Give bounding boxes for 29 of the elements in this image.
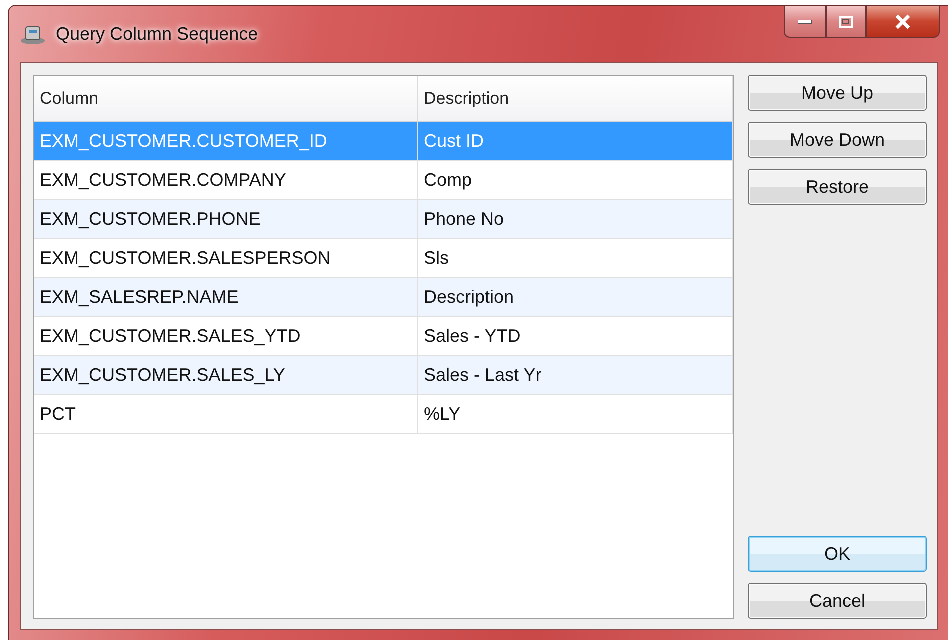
grid-row[interactable]: EXM_SALESREP.NAME Description [34,278,733,317]
table-cell: Description [418,278,733,316]
dialog-button[interactable]: Cancel [748,583,927,619]
column-header[interactable]: Description [418,76,733,121]
table-cell: EXM_CUSTOMER.SALES_LY [34,356,418,394]
minimize-icon [798,20,812,24]
side-button[interactable]: Restore [748,169,927,205]
table-cell: Phone No [418,200,733,238]
grid-row[interactable]: EXM_CUSTOMER.SALES_LY Sales - Last Yr [34,356,733,395]
grid-row[interactable]: EXM_CUSTOMER.SALES_YTD Sales - YTD [34,317,733,356]
minimize-button[interactable] [784,6,826,38]
window-title: Query Column Sequence [56,24,258,44]
grid-row[interactable]: EXM_CUSTOMER.PHONE Phone No [34,200,733,239]
side-button[interactable]: Move Down [748,122,927,158]
maximize-icon [839,16,853,28]
column-header[interactable]: Column [34,76,418,121]
side-button[interactable]: Move Up [748,75,927,111]
close-button[interactable] [866,6,940,38]
table-cell: EXM_SALESREP.NAME [34,278,418,316]
grid-row[interactable]: EXM_CUSTOMER.COMPANY Comp [34,161,733,200]
table-cell: EXM_CUSTOMER.CUSTOMER_ID [34,122,418,160]
grid-row[interactable]: EXM_CUSTOMER.SALESPERSON Sls [34,239,733,278]
table-cell: Cust ID [418,122,733,160]
maximize-button[interactable] [826,6,866,38]
table-cell: Sales - Last Yr [418,356,733,394]
table-cell: EXM_CUSTOMER.PHONE [34,200,418,238]
close-icon [894,14,912,30]
grid-row[interactable]: PCT %LY [34,395,733,434]
dialog-button[interactable]: OK [748,536,927,572]
